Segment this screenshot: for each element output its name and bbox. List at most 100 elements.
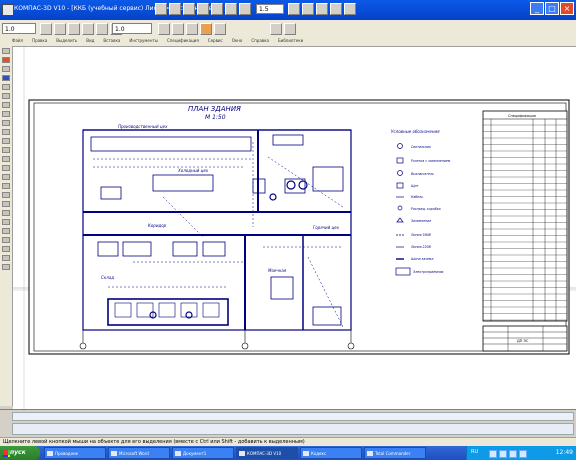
minimize-button[interactable]: _ [530,2,544,15]
horizontal-scrollbar[interactable] [12,412,574,421]
menu-item-spec[interactable]: Спецификация [167,38,199,43]
polyline-icon[interactable] [96,23,108,35]
props-toolbar [158,23,226,37]
folder-icon [47,451,53,456]
line-icon[interactable] [40,23,52,35]
library-tool-icon[interactable] [2,210,10,216]
taskbar-item[interactable]: Проводник [44,447,106,459]
text-tool-icon[interactable] [2,174,10,180]
maximize-button[interactable]: □ [545,2,559,15]
circle-icon[interactable] [54,23,66,35]
chamfer-tool-icon[interactable] [2,255,10,261]
measure-tool-icon[interactable] [2,93,10,99]
kodeks-icon [303,451,309,456]
menu-item-libraries[interactable]: Библиотеки [278,38,303,43]
style-select[interactable]: 1.0 [112,23,152,34]
open-icon[interactable] [169,3,181,15]
task-label: Total Commander [375,451,411,456]
snap-icon[interactable] [200,23,212,35]
legend-item: Розетка с заземлением [411,159,451,163]
select-tool-icon[interactable] [2,102,10,108]
paste-icon[interactable] [239,3,251,15]
menu-item-tools[interactable]: Инструменты [129,38,158,43]
point-tool-icon[interactable] [2,219,10,225]
print-icon[interactable] [197,3,209,15]
arc-tool-icon[interactable] [2,237,10,243]
volume-icon[interactable] [499,450,507,458]
hatch-tool-icon[interactable] [2,192,10,198]
axis-tool-icon[interactable] [2,228,10,234]
kompas-icon [239,451,245,456]
bold-icon[interactable] [158,23,170,35]
menu-item-help[interactable]: Справка [251,38,269,43]
help-icon[interactable] [284,23,296,35]
legend-item: Линия 220В [410,245,431,249]
color-icon[interactable] [186,23,198,35]
title-bar: КОМПАС-3D V10 - [ККБ (учебный сервис) Ли… [0,0,576,20]
menu-item-file[interactable]: Файл [12,38,23,43]
taskbar-item[interactable]: Microsoft Word [108,447,170,459]
menu-item-view[interactable]: Вид [86,38,94,43]
macro-tool-icon[interactable] [2,201,10,207]
pan-icon[interactable] [302,3,314,15]
refresh-icon[interactable] [316,3,328,15]
cut-icon[interactable] [211,3,223,15]
spec-tool-icon[interactable] [2,120,10,126]
zoom-in-icon[interactable] [288,3,300,15]
menu-item-select[interactable]: Выделить [56,38,77,43]
taskbar-item[interactable]: Документ1 [172,447,234,459]
menu-item-window[interactable]: Окно [232,38,243,43]
title-block: ДП ЭС [482,325,568,352]
spline-tool-icon[interactable] [2,246,10,252]
arc-icon[interactable] [68,23,80,35]
app-icon [2,4,14,16]
assoc-tool-icon[interactable] [2,111,10,117]
start-button[interactable]: пуск [0,446,40,460]
network-icon[interactable] [489,450,497,458]
taskbar-item[interactable]: Total Commander [364,447,426,459]
legend-item: Электроприемник [412,270,444,274]
start-label: пуск [10,449,26,456]
rect-icon[interactable] [82,23,94,35]
param-tool-icon[interactable] [2,84,10,90]
geometry-tool-icon[interactable] [2,48,10,54]
edit-tool-icon[interactable] [2,75,10,81]
task-label: Microsoft Word [119,451,149,456]
grid-icon[interactable] [344,3,356,15]
update-icon[interactable] [519,450,527,458]
language-indicator[interactable]: RU [471,449,478,455]
room-label-left: Склад [101,275,114,280]
measure-icon[interactable] [214,23,226,35]
zoom-select[interactable]: 1.5 [256,4,284,14]
close-button[interactable]: × [560,2,574,15]
symbol-tool-icon[interactable] [2,66,10,72]
new-icon[interactable] [155,3,167,15]
menu-item-service[interactable]: Сервис [208,38,223,43]
layer-select[interactable]: 1.0 [2,23,36,34]
copy-icon[interactable] [225,3,237,15]
save-icon[interactable] [183,3,195,15]
clock[interactable]: 12:49 [556,449,573,456]
antivirus-icon[interactable] [509,450,517,458]
properties-bar[interactable] [12,423,574,435]
legend-item: Распред. коробка [411,207,441,211]
italic-icon[interactable] [172,23,184,35]
menu-item-edit[interactable]: Правка [32,38,47,43]
report-tool-icon[interactable] [2,129,10,135]
insert-tool-icon[interactable] [2,138,10,144]
status-message: Щелкните левой кнопкой мыши на объекте д… [3,439,305,445]
taskbar-item[interactable]: Кодекс [300,447,362,459]
drawing-canvas[interactable]: ПЛАН ЗДАНИЯ М 1:50 Производственный цех … [13,47,576,409]
menu-item-insert[interactable]: Вставка [103,38,120,43]
taskbar-item-active[interactable]: КОМПАС-3D V10 [236,447,298,459]
layer-icon[interactable] [270,23,282,35]
quick-toolbar [155,3,251,17]
view-tool-icon[interactable] [2,165,10,171]
extra-toolbar [270,23,296,37]
table-tool-icon[interactable] [2,183,10,189]
zoom-all-icon[interactable] [330,3,342,15]
fillet-tool-icon[interactable] [2,264,10,270]
layer-tool-icon[interactable] [2,156,10,162]
dimension-tool-icon[interactable] [2,57,10,63]
fragment-tool-icon[interactable] [2,147,10,153]
